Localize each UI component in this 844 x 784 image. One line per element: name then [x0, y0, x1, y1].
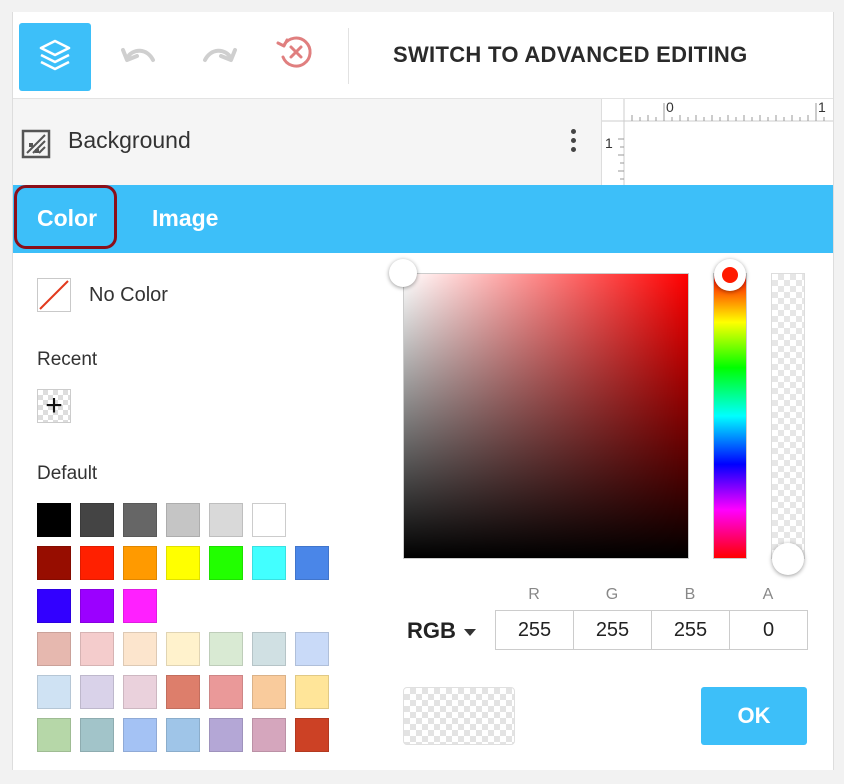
ok-button[interactable]: OK: [701, 687, 807, 745]
color-swatch[interactable]: [209, 632, 243, 666]
default-heading: Default: [37, 463, 98, 484]
ruler-label-1: 1: [818, 99, 826, 115]
toolbar-divider: [348, 28, 349, 84]
more-vert-icon: [565, 129, 581, 152]
color-swatch[interactable]: [123, 503, 157, 537]
saturation-handle[interactable]: [389, 259, 417, 287]
hue-handle-dot: [722, 267, 738, 283]
color-swatch[interactable]: [37, 589, 71, 623]
plus-icon: +: [45, 389, 63, 422]
channel-label-g: G: [605, 586, 619, 603]
color-swatch[interactable]: [209, 675, 243, 709]
layer-label: Background: [68, 127, 191, 153]
channel-input-r[interactable]: [495, 610, 574, 650]
color-swatch[interactable]: [37, 503, 71, 537]
hue-slider[interactable]: [713, 273, 747, 559]
color-swatch[interactable]: [166, 546, 200, 580]
background-editor-panel: SWITCH TO ADVANCED EDITING Background 0 …: [12, 12, 834, 770]
window-bottom-edge: [0, 770, 844, 784]
color-swatch[interactable]: [80, 632, 114, 666]
color-swatch[interactable]: [37, 675, 71, 709]
tab-color[interactable]: Color: [37, 205, 97, 232]
redo-button[interactable]: [197, 40, 241, 76]
reset-button[interactable]: [273, 36, 317, 72]
hue-handle[interactable]: [714, 259, 746, 291]
channel-input-g[interactable]: [573, 610, 652, 650]
color-swatch[interactable]: [166, 503, 200, 537]
ruler-graphic: [602, 99, 833, 185]
recent-heading: Recent: [37, 349, 98, 370]
color-swatch[interactable]: [209, 503, 243, 537]
undo-button[interactable]: [117, 40, 161, 76]
layer-row-background[interactable]: Background: [13, 99, 601, 185]
reset-icon: [274, 31, 316, 78]
color-swatch[interactable]: [123, 546, 157, 580]
color-swatch[interactable]: [252, 718, 286, 752]
saturation-value-area[interactable]: [403, 273, 689, 559]
background-pattern-icon: [21, 129, 51, 164]
color-swatch[interactable]: [123, 718, 157, 752]
redo-icon: [199, 44, 239, 73]
color-swatch[interactable]: [166, 632, 200, 666]
tab-image[interactable]: Image: [152, 205, 218, 232]
color-swatch[interactable]: [37, 546, 71, 580]
toolbar: SWITCH TO ADVANCED EDITING: [13, 12, 833, 99]
color-preview: [403, 687, 515, 745]
no-color-label: No Color: [89, 284, 168, 306]
ruler-label-0: 0: [666, 99, 674, 115]
layer-menu-button[interactable]: [565, 129, 581, 159]
channel-label-a: A: [762, 586, 774, 603]
color-swatch[interactable]: [295, 718, 329, 752]
color-swatch[interactable]: [166, 718, 200, 752]
color-mode-select[interactable]: RGB: [407, 618, 476, 644]
color-swatch[interactable]: [252, 632, 286, 666]
no-color-swatch[interactable]: [37, 278, 71, 312]
channel-label-b: B: [684, 586, 696, 603]
color-swatch[interactable]: [252, 546, 286, 580]
color-swatch[interactable]: [295, 675, 329, 709]
color-swatch[interactable]: [123, 675, 157, 709]
color-swatch[interactable]: [123, 632, 157, 666]
alpha-slider[interactable]: [771, 273, 805, 559]
color-swatch[interactable]: [209, 718, 243, 752]
color-swatch[interactable]: [252, 503, 286, 537]
color-swatch[interactable]: [295, 632, 329, 666]
color-mode-value: RGB: [407, 618, 456, 643]
color-swatch[interactable]: [123, 589, 157, 623]
layers-icon: [35, 35, 75, 80]
ruler-side-label: 1: [605, 135, 613, 151]
color-swatch[interactable]: [209, 546, 243, 580]
add-recent-color-button[interactable]: +: [37, 389, 71, 423]
undo-icon: [119, 44, 159, 73]
app-frame: SWITCH TO ADVANCED EDITING Background 0 …: [0, 0, 844, 784]
channel-input-b[interactable]: [651, 610, 730, 650]
color-swatch[interactable]: [252, 675, 286, 709]
switch-advanced-editing-button[interactable]: SWITCH TO ADVANCED EDITING: [393, 42, 748, 68]
color-swatch[interactable]: [37, 718, 71, 752]
layers-button[interactable]: [19, 23, 91, 91]
channel-label-r: R: [528, 586, 540, 603]
color-swatch[interactable]: [80, 546, 114, 580]
no-color-slash-icon: [39, 280, 69, 310]
color-swatch[interactable]: [37, 632, 71, 666]
alpha-handle[interactable]: [772, 543, 804, 575]
color-swatch[interactable]: [80, 675, 114, 709]
color-swatch[interactable]: [295, 546, 329, 580]
color-swatch[interactable]: [80, 718, 114, 752]
color-swatch[interactable]: [166, 675, 200, 709]
color-swatch[interactable]: [80, 503, 114, 537]
caret-down-icon: [463, 628, 476, 636]
canvas-ruler: 0 1 1: [601, 99, 833, 185]
channel-input-a[interactable]: [729, 610, 808, 650]
color-swatch[interactable]: [80, 589, 114, 623]
tab-bar: Color Image: [13, 185, 833, 253]
